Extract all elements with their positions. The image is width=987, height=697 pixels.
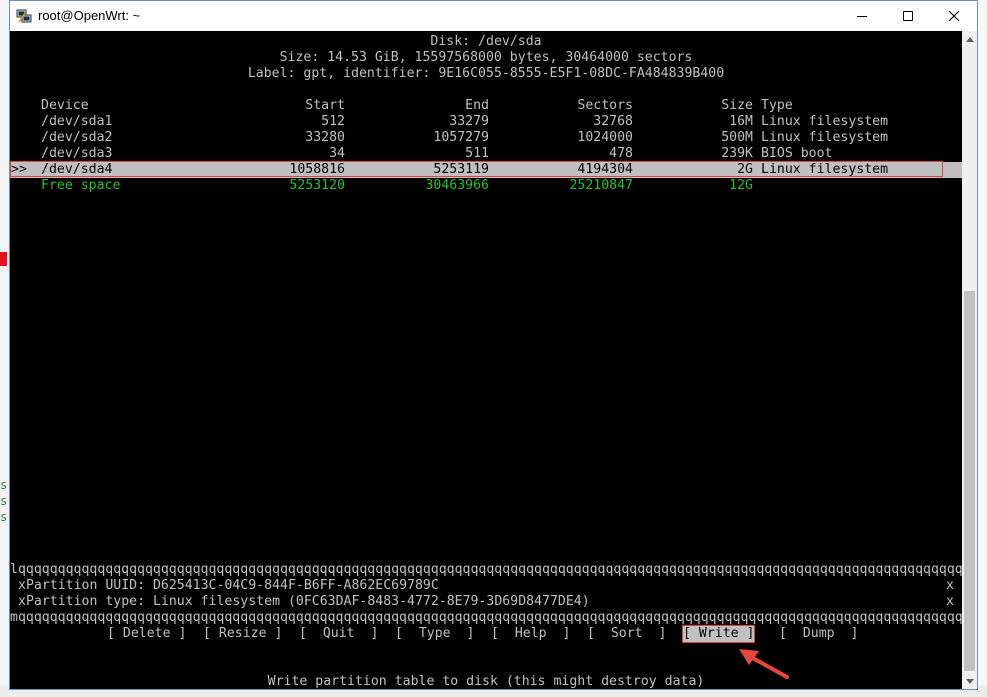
partition-uuid-line: xPartition UUID: D625413C-04C9-844F-B6FF… bbox=[10, 578, 962, 594]
write-button[interactable]: [ Write ] bbox=[681, 625, 756, 643]
row-end: 511 bbox=[465, 146, 489, 161]
row-type: Linux filesystem bbox=[761, 162, 889, 177]
free-space-row[interactable]: Free space 5253120 30463966 25210847 12G bbox=[10, 178, 962, 194]
type-button[interactable]: [ Type ] bbox=[395, 626, 474, 642]
minimize-button[interactable] bbox=[839, 1, 885, 31]
header-type: Type bbox=[761, 98, 793, 113]
help-button[interactable]: [ Help ] bbox=[491, 626, 570, 642]
partition-row-selected[interactable]: >> /dev/sda4 1058816 5253119 4194304 2G … bbox=[10, 162, 962, 178]
annotation-arrow-icon bbox=[739, 649, 789, 679]
putty-icon bbox=[16, 9, 32, 23]
row-end: 33279 bbox=[449, 114, 489, 129]
maximize-button[interactable] bbox=[885, 1, 931, 31]
background-fragment: s bbox=[0, 510, 8, 524]
disk-size-line: Size: 14.53 GiB, 15597568000 bytes, 3046… bbox=[279, 50, 693, 65]
row-sectors: 478 bbox=[609, 146, 633, 161]
chevron-up-icon bbox=[965, 36, 974, 42]
disk-label-line: Label: gpt, identifier: 9E16C055-8555-E5… bbox=[247, 66, 725, 81]
quit-button[interactable]: [ Quit ] bbox=[299, 626, 378, 642]
chevron-down-icon bbox=[965, 678, 974, 684]
background-left-strip: s s s bbox=[0, 0, 9, 697]
row-size: 500M bbox=[721, 130, 753, 145]
scrollbar-thumb[interactable] bbox=[964, 291, 975, 671]
row-size: 2G bbox=[737, 162, 753, 177]
row-start: 512 bbox=[321, 114, 345, 129]
row-sectors: 4194304 bbox=[577, 162, 633, 177]
info-box-top-border: lqqqqqqqqqqqqqqqqqqqqqqqqqqqqqqqqqqqqqqq… bbox=[10, 562, 962, 577]
dump-button[interactable]: [ Dump ] bbox=[779, 626, 858, 642]
row-device: Free space bbox=[41, 178, 121, 193]
partition-type-line: xPartition type: Linux filesystem (0FC63… bbox=[10, 594, 962, 610]
selection-marker: >> bbox=[11, 162, 27, 177]
row-start: 5253120 bbox=[289, 178, 345, 193]
scroll-up-button[interactable] bbox=[962, 31, 977, 47]
row-end: 5253119 bbox=[433, 162, 489, 177]
row-device: /dev/sda3 bbox=[41, 146, 113, 161]
terminal-screen[interactable]: Disk: /dev/sda Size: 14.53 GiB, 15597568… bbox=[10, 31, 962, 689]
close-icon bbox=[948, 10, 960, 22]
row-end: 30463966 bbox=[425, 178, 489, 193]
background-fragment: s bbox=[0, 494, 8, 508]
delete-button[interactable]: [ Delete ] bbox=[107, 626, 186, 642]
info-box-edge: x bbox=[946, 594, 954, 609]
row-type: BIOS boot bbox=[761, 146, 833, 161]
row-type: Linux filesystem bbox=[761, 114, 889, 129]
vertical-scrollbar[interactable] bbox=[962, 31, 977, 689]
info-box-bottom-border: mqqqqqqqqqqqqqqqqqqqqqqqqqqqqqqqqqqqqqqq… bbox=[10, 610, 962, 625]
minimize-icon bbox=[857, 16, 867, 17]
sort-button[interactable]: [ Sort ] bbox=[587, 626, 666, 642]
row-start: 33280 bbox=[305, 130, 345, 145]
header-device: Device bbox=[41, 98, 89, 113]
partition-uuid: xPartition UUID: D625413C-04C9-844F-B6FF… bbox=[18, 578, 439, 593]
row-sectors: 32768 bbox=[593, 114, 633, 129]
row-start: 1058816 bbox=[289, 162, 345, 177]
row-type: Linux filesystem bbox=[761, 130, 889, 145]
row-size: 16M bbox=[729, 114, 753, 129]
disk-title: Disk: /dev/sda bbox=[430, 34, 542, 49]
row-device: /dev/sda2 bbox=[41, 130, 113, 145]
close-button[interactable] bbox=[931, 1, 977, 31]
header-size: Size bbox=[721, 98, 753, 113]
scroll-down-button[interactable] bbox=[962, 673, 977, 689]
row-device: /dev/sda4 bbox=[41, 162, 113, 177]
table-header-row: Device Start End Sectors Size Type bbox=[10, 98, 962, 114]
partition-row[interactable]: /dev/sda2 33280 1057279 1024000 500M Lin… bbox=[10, 130, 962, 146]
maximize-icon bbox=[903, 11, 913, 21]
row-device: /dev/sda1 bbox=[41, 114, 113, 129]
row-sectors: 25210847 bbox=[569, 178, 633, 193]
row-end: 1057279 bbox=[433, 130, 489, 145]
header-end: End bbox=[465, 98, 489, 113]
action-menu: [ Delete ] [ Resize ] [ Quit ] [ Type ] … bbox=[10, 625, 962, 643]
partition-row[interactable]: /dev/sda3 34 511 478 239K BIOS boot bbox=[10, 146, 962, 162]
row-size: 239K bbox=[721, 146, 753, 161]
header-start: Start bbox=[305, 98, 345, 113]
row-sectors: 1024000 bbox=[577, 130, 633, 145]
putty-window: root@OpenWrt: ~ Disk: /dev/sda Size: 14.… bbox=[9, 0, 978, 690]
window-title: root@OpenWrt: ~ bbox=[38, 8, 141, 23]
title-bar[interactable]: root@OpenWrt: ~ bbox=[10, 1, 977, 31]
background-red-marker bbox=[0, 252, 7, 266]
partition-type: xPartition type: Linux filesystem (0FC63… bbox=[18, 594, 590, 609]
info-box-edge: x bbox=[946, 578, 954, 593]
status-line: Write partition table to disk (this migh… bbox=[267, 674, 705, 689]
background-right-strip bbox=[978, 0, 987, 697]
partition-row[interactable]: /dev/sda1 512 33279 32768 16M Linux file… bbox=[10, 114, 962, 130]
row-size: 12G bbox=[729, 178, 753, 193]
row-start: 34 bbox=[329, 146, 345, 161]
background-fragment: s bbox=[0, 478, 8, 492]
header-sectors: Sectors bbox=[577, 98, 633, 113]
resize-button[interactable]: [ Resize ] bbox=[203, 626, 282, 642]
